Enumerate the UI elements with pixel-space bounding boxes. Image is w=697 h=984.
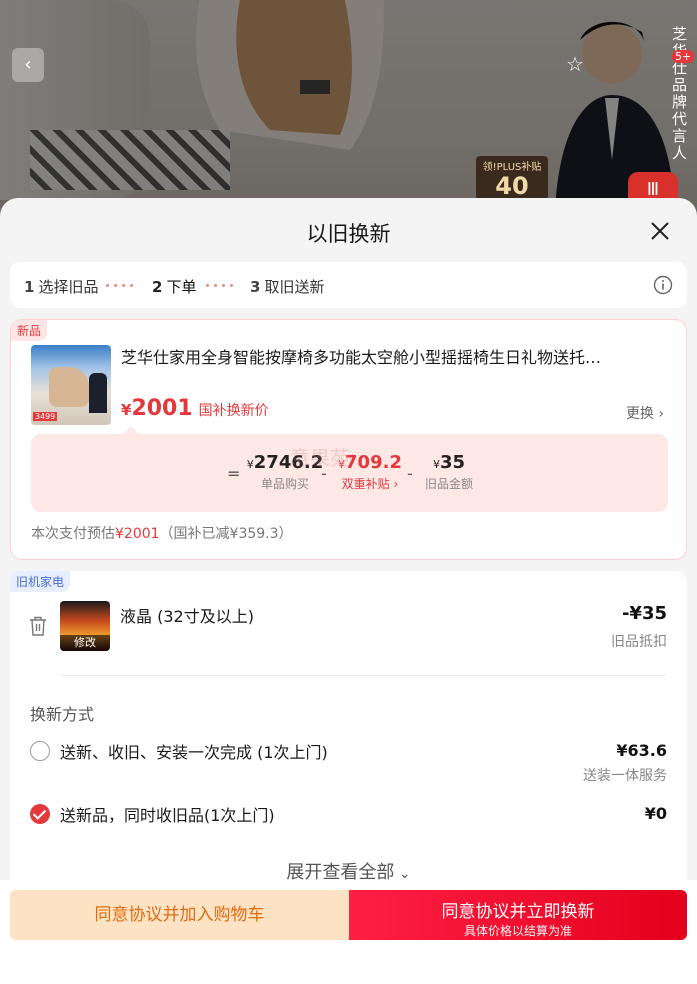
- old-amount-label: 旧品金额: [424, 477, 473, 491]
- equals-sign: =: [227, 464, 241, 483]
- close-icon[interactable]: [649, 220, 671, 242]
- bottom-action-bar: 同意协议并加入购物车 同意协议并立即换新 具体价格以结算为准: [0, 880, 697, 984]
- step-3-label: 取旧送新: [264, 278, 325, 296]
- step-1: 1 选择旧品: [24, 276, 98, 297]
- plus-subsidy-tag: 领!PLUS补贴 40: [476, 156, 548, 200]
- step-dots: [206, 284, 233, 287]
- product-thumbnail[interactable]: 3499: [31, 345, 111, 425]
- old-amount-item: ¥35 旧品金额: [419, 452, 479, 492]
- unit-price-label: 单品购买: [260, 477, 309, 491]
- trade-in-price: ¥2001: [121, 396, 193, 421]
- step-2-number: 2: [152, 277, 163, 296]
- step-3-number: 3: [250, 277, 261, 296]
- product-title[interactable]: 芝华仕家用全身智能按摩椅多功能太空舱小型摇摇椅生日礼物送托…: [121, 344, 651, 368]
- side-badge: 5+: [672, 50, 695, 63]
- trade-in-price-label: 国补换新价: [198, 403, 269, 419]
- price-row: ¥2001 国补换新价: [121, 396, 269, 421]
- chevron-right-icon: ›: [658, 406, 664, 422]
- info-icon[interactable]: [653, 275, 673, 295]
- new-product-tag: 新品: [11, 320, 48, 341]
- minus-sign: -: [407, 464, 413, 483]
- old-amount-value: 35: [439, 452, 466, 473]
- step-indicator: 1 选择旧品 2 下单 3 取旧送新: [10, 262, 687, 308]
- watermark: 意果苑: [290, 446, 350, 470]
- trade-in-now-sub: 具体价格以结算为准: [463, 924, 572, 938]
- change-label: 更换: [625, 406, 654, 422]
- step-3: 3 取旧送新: [250, 276, 324, 297]
- method-title: 换新方式: [30, 705, 95, 724]
- old-device-credit-label: 旧品抵扣: [611, 634, 667, 650]
- subsidy-label: 双重补贴: [341, 477, 390, 491]
- calc-notch: [123, 426, 139, 434]
- method-option-sub: 送装一体服务: [583, 768, 667, 784]
- step-dots: [106, 284, 133, 287]
- edit-old-device-button[interactable]: 修改: [60, 635, 110, 651]
- subsidy-value: 709.2: [345, 452, 402, 473]
- old-device-name: 液晶 (32寸及以上): [120, 607, 254, 626]
- radio-unchecked[interactable]: [30, 741, 50, 761]
- brand-side-text: 芝华仕品牌代言人: [670, 26, 688, 162]
- divider: [60, 675, 667, 676]
- back-icon[interactable]: ‹: [12, 48, 44, 82]
- method-option-install[interactable]: 送新、收旧、安装一次完成 (1次上门): [30, 739, 328, 763]
- plus-tag-label: 领!PLUS补贴: [482, 162, 542, 173]
- method-option-label: 送新、收旧、安装一次完成 (1次上门): [60, 743, 328, 762]
- step-1-number: 1: [24, 277, 35, 296]
- radio-checked[interactable]: [30, 804, 50, 824]
- chevron-right-icon: ›: [389, 477, 399, 491]
- sheet-header: 以旧换新: [0, 198, 697, 262]
- step-2: 2 下单: [152, 276, 196, 297]
- method-option-label: 送新品，同时收旧品(1次上门): [60, 806, 275, 825]
- plus-tag-value: 40: [495, 172, 529, 200]
- trade-in-sheet: 以旧换新 1 选择旧品 2 下单 3 取旧送新 新品 3499 芝华仕家用全身智…: [0, 198, 697, 984]
- payment-estimate-value: ¥2001: [115, 526, 160, 542]
- old-device-tag: 旧机家电: [10, 571, 71, 592]
- old-device-credit: -¥35: [621, 603, 667, 624]
- trade-in-now-label: 同意协议并立即换新: [441, 902, 595, 922]
- method-option-price: ¥0: [644, 804, 667, 823]
- step-2-label: 下单: [166, 278, 197, 296]
- trash-icon[interactable]: [28, 615, 48, 637]
- thumbnail-price-badge: 3499: [33, 412, 58, 421]
- method-option-swap[interactable]: 送新品，同时收旧品(1次上门): [30, 802, 275, 826]
- favorite-star-icon[interactable]: ☆: [566, 52, 584, 76]
- trade-in-now-button[interactable]: 同意协议并立即换新 具体价格以结算为准: [349, 890, 687, 940]
- old-device-card: 旧机家电 修改 液晶 (32寸及以上) -¥35 旧品抵扣 换新方式 送新、收旧…: [10, 571, 687, 891]
- new-product-card: 新品 3499 芝华仕家用全身智能按摩椅多功能太空舱小型摇摇椅生日礼物送托… ¥…: [10, 319, 687, 560]
- change-product-link[interactable]: 更换 ›: [626, 403, 664, 423]
- step-1-label: 选择旧品: [38, 278, 99, 296]
- payment-estimate: 本次支付预估¥2001（国补已减¥359.3）: [31, 526, 293, 542]
- add-to-cart-button[interactable]: 同意协议并加入购物车: [10, 890, 349, 940]
- sheet-title: 以旧换新: [306, 222, 391, 246]
- method-option-price: ¥63.6: [616, 741, 667, 760]
